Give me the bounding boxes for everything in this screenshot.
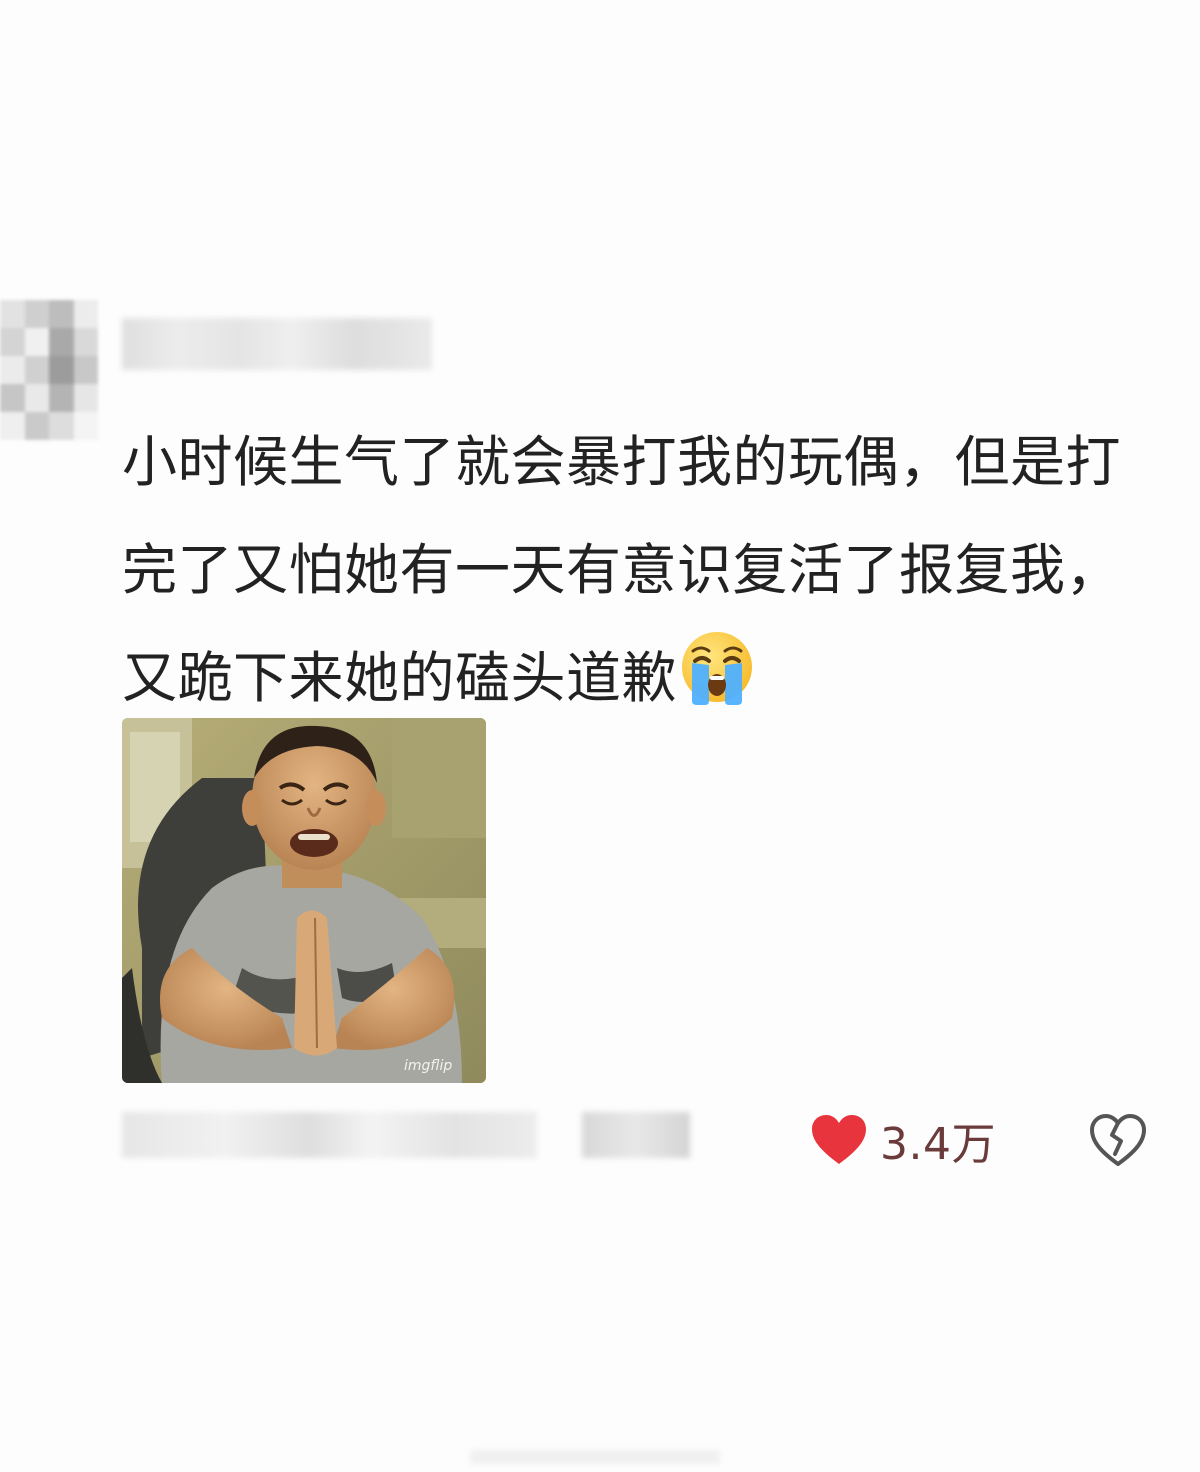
like-count: 3.4万	[880, 1119, 996, 1170]
avatar[interactable]	[0, 300, 98, 440]
comment-text: 小时候生气了就会暴打我的玩偶，但是打完了又怕她有一天有意识复活了报复我，又跪下来…	[122, 408, 1132, 740]
username-blurred[interactable]	[122, 318, 432, 370]
comment-body: 小时候生气了就会暴打我的玩偶，但是打完了又怕她有一天有意识复活了报复我，又跪下来…	[122, 430, 1122, 710]
meme-watermark: imgflip	[404, 1058, 452, 1074]
reply-button-blurred[interactable]	[582, 1112, 690, 1158]
comment-screenshot: 小时候生气了就会暴打我的玩偶，但是打完了又怕她有一天有意识复活了报复我，又跪下来…	[0, 0, 1200, 1472]
dislike-button[interactable]	[1088, 1110, 1148, 1170]
comment-meta-blurred	[122, 1112, 537, 1158]
loudly-crying-face-icon	[679, 629, 755, 740]
broken-heart-icon	[1090, 1114, 1146, 1166]
bottom-indicator-blurred	[470, 1450, 720, 1464]
like-button[interactable]: 3.4万	[810, 1110, 996, 1170]
heart-icon	[812, 1115, 866, 1164]
attached-meme-image[interactable]: imgflip	[122, 718, 486, 1083]
